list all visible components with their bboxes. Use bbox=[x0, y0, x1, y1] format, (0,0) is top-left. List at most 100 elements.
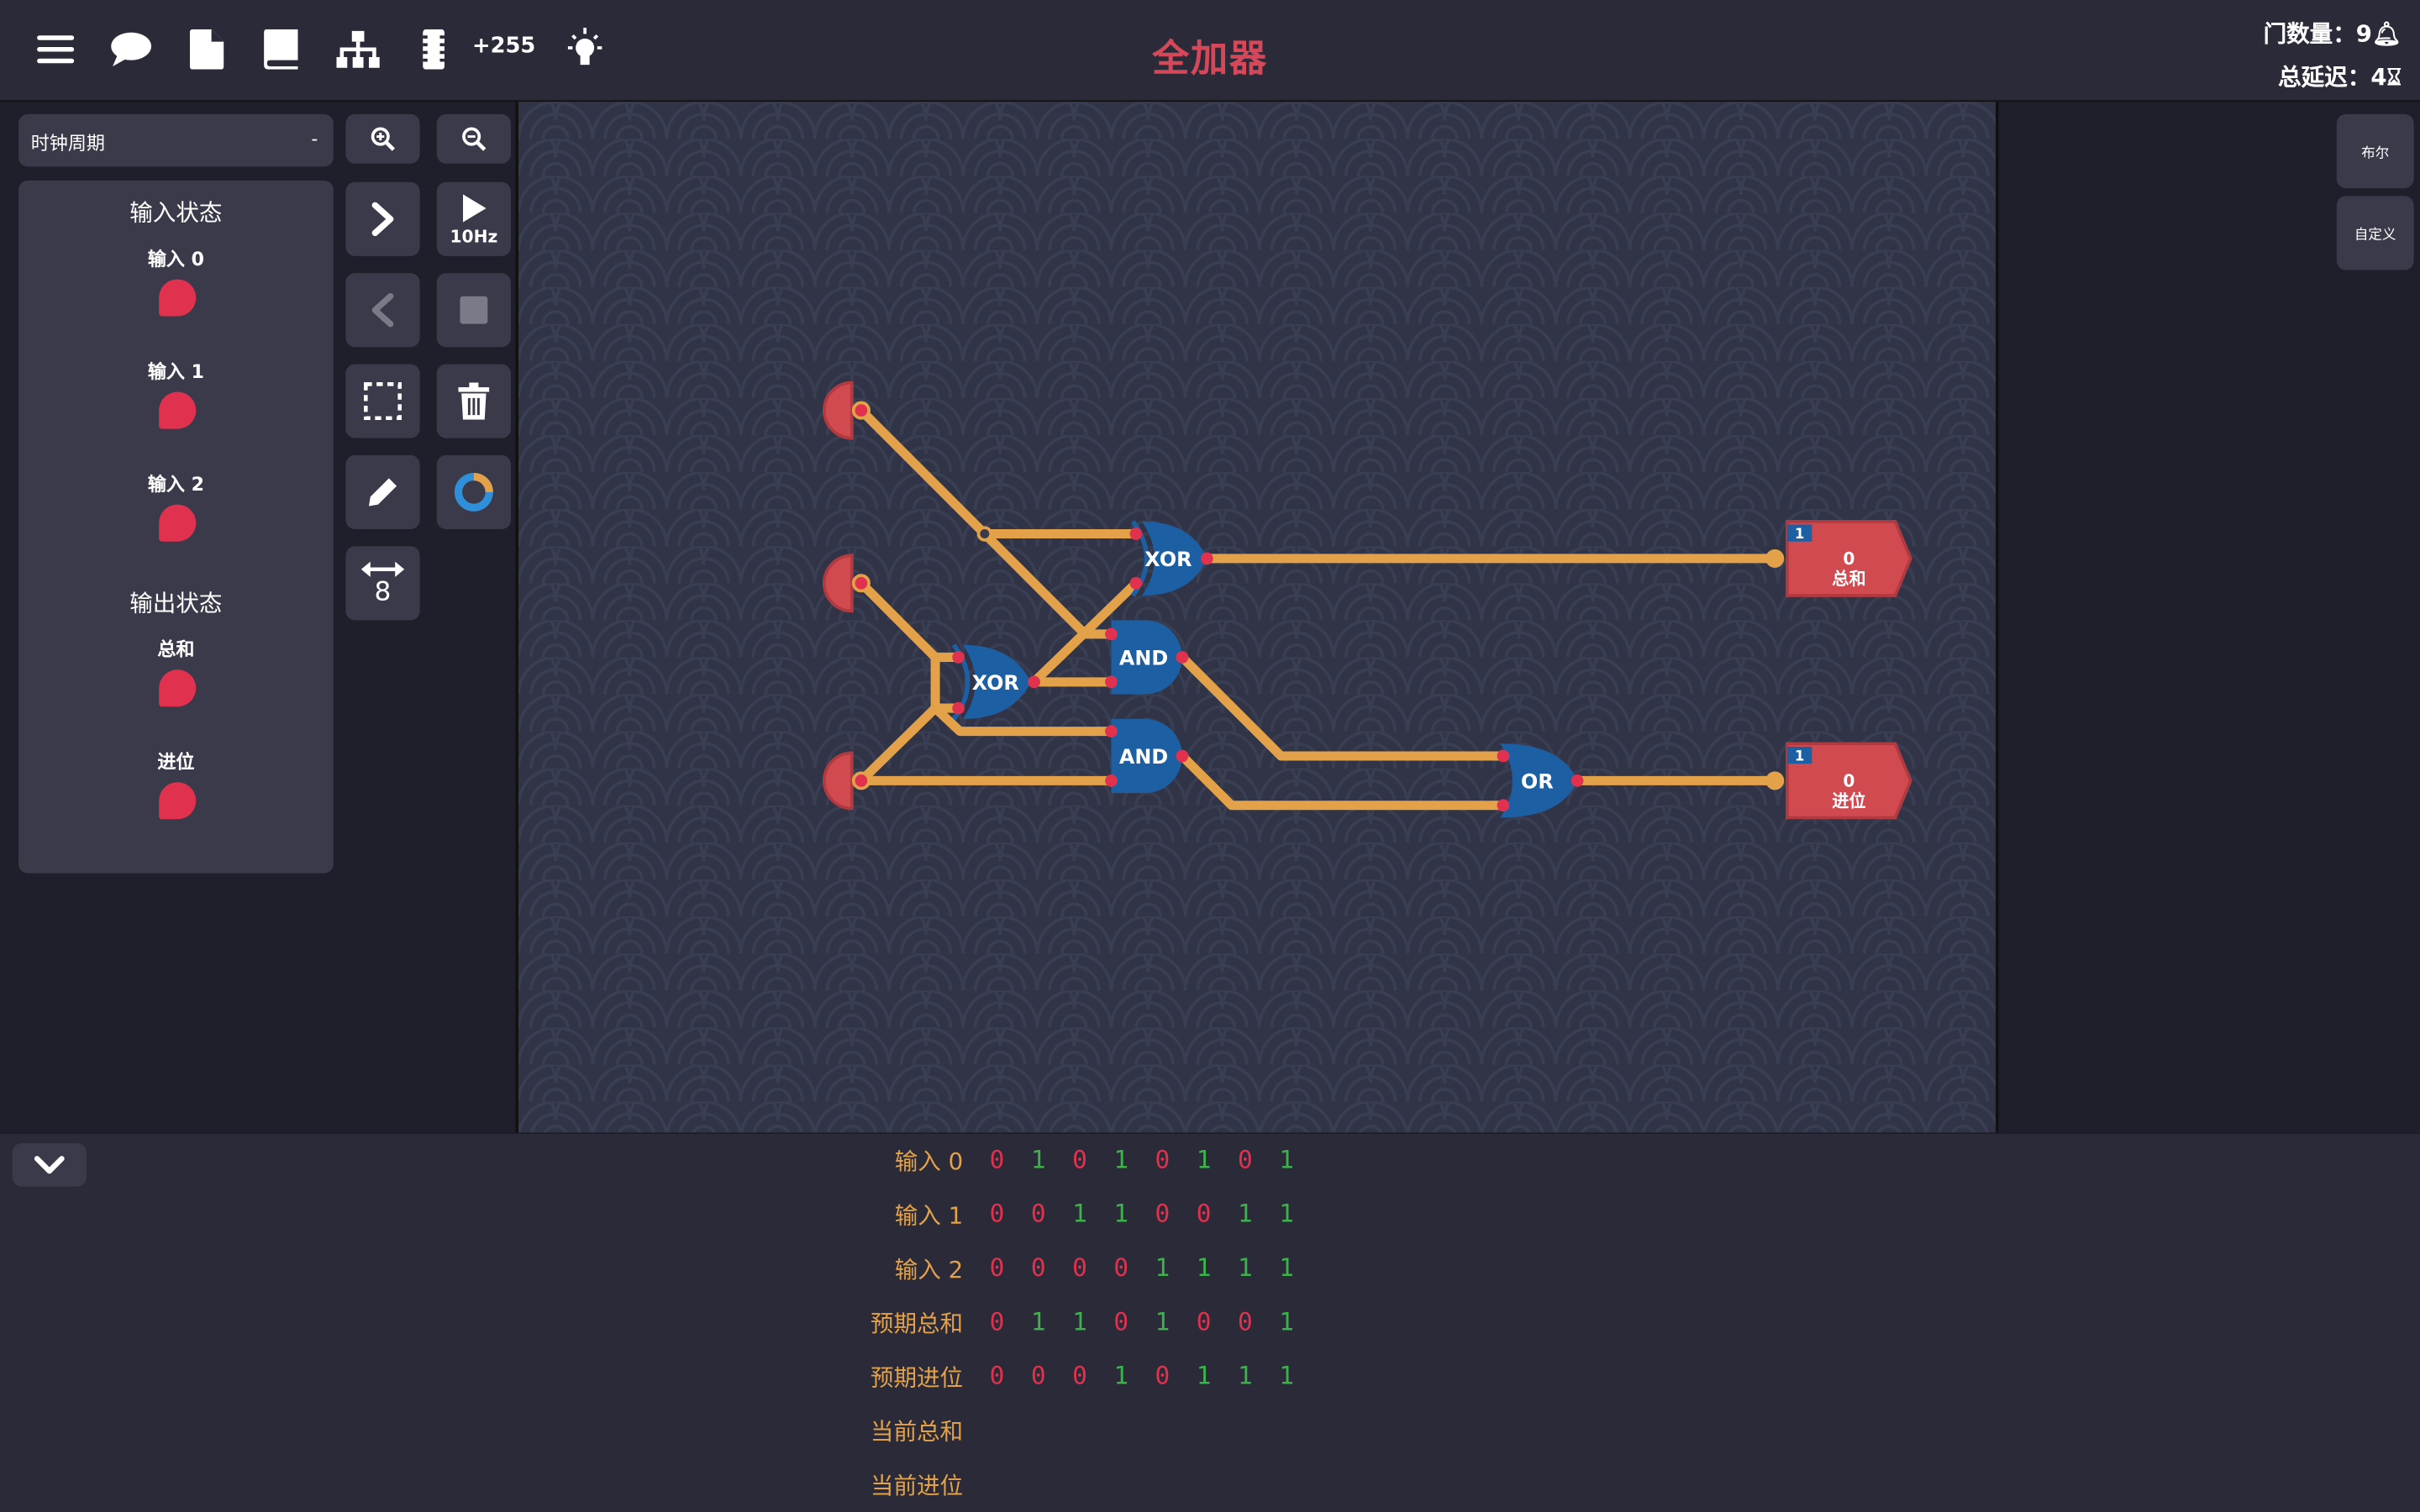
input-1-label: 输入 1 bbox=[147, 360, 204, 383]
truth-table-row-label: 预期进位 bbox=[870, 1363, 964, 1392]
truth-table-cell: 0 bbox=[1113, 1252, 1129, 1283]
clock-period-select[interactable]: 时钟周期 - bbox=[18, 113, 334, 167]
output-sum-value: 0 bbox=[1843, 549, 1854, 569]
junction bbox=[976, 526, 993, 542]
truth-table-row-label: 预期总和 bbox=[870, 1310, 964, 1338]
truth-table-cell: 1 bbox=[1279, 1360, 1294, 1390]
output-carry-led bbox=[159, 782, 197, 820]
width-arrows-icon bbox=[360, 561, 405, 577]
circuit-svg: XOR XOR AND AND OR 1 0 总和 1 0 进位 bbox=[518, 102, 1996, 1133]
truth-table-cell: 0 bbox=[989, 1360, 1005, 1390]
tab-custom[interactable]: 自定义 bbox=[2336, 196, 2414, 270]
input-state-title: 输入状态 bbox=[129, 198, 223, 227]
truth-table-cell: 1 bbox=[1238, 1199, 1253, 1229]
truth-table-cell: 0 bbox=[1030, 1199, 1046, 1229]
output-carry-label: 进位 bbox=[157, 751, 195, 774]
truth-table-cell: 0 bbox=[1072, 1252, 1087, 1283]
bit-width-value: 8 bbox=[374, 576, 392, 608]
truth-table-row-label: 当前总和 bbox=[870, 1417, 964, 1446]
bit-width-button[interactable]: 8 bbox=[345, 546, 420, 621]
input-1-led[interactable] bbox=[159, 391, 197, 429]
output-carry-node-label: 进位 bbox=[1832, 791, 1865, 811]
output-sum-node[interactable]: 1 0 总和 bbox=[1765, 519, 1912, 597]
truth-table-cell: 1 bbox=[1196, 1360, 1212, 1390]
delete-button[interactable] bbox=[436, 364, 511, 438]
color-button[interactable] bbox=[436, 454, 511, 529]
truth-table-row-label: 输入 0 bbox=[894, 1147, 964, 1176]
gate-count-label: 门数量： bbox=[2263, 19, 2356, 48]
stop-icon bbox=[460, 296, 488, 324]
step-back-button[interactable] bbox=[345, 273, 420, 348]
truth-table-cell: 0 bbox=[989, 1252, 1005, 1283]
output-carry-value: 0 bbox=[1843, 771, 1854, 791]
truth-table-cell: 1 bbox=[1279, 1306, 1294, 1336]
truth-table-cell: 0 bbox=[1030, 1252, 1046, 1283]
clock-period-label: 时钟周期 bbox=[30, 132, 105, 155]
play-button[interactable]: 10Hz bbox=[436, 181, 511, 256]
chevron-left-icon bbox=[371, 292, 394, 328]
truth-table-cell: 0 bbox=[1238, 1306, 1253, 1336]
step-forward-button[interactable] bbox=[345, 181, 420, 256]
delay-label: 总延迟： bbox=[2278, 63, 2371, 92]
total-delay: 总延迟：4⌛︎ bbox=[2278, 60, 2402, 93]
chevron-down-icon bbox=[34, 1156, 65, 1174]
bell-icon: 🔔︎ bbox=[2371, 19, 2402, 48]
pencil-button[interactable] bbox=[345, 454, 420, 529]
zoom-out-button[interactable] bbox=[436, 113, 511, 164]
zoom-in-button[interactable] bbox=[345, 113, 420, 164]
truth-table-cell: 1 bbox=[1113, 1360, 1129, 1390]
color-ring-icon bbox=[454, 472, 493, 512]
stop-button[interactable] bbox=[436, 273, 511, 348]
truth-table-row-label: 输入 2 bbox=[894, 1256, 964, 1284]
truth-table-cell: 0 bbox=[1155, 1199, 1171, 1229]
and-gate-2-label: AND bbox=[1119, 745, 1168, 769]
state-panel: 输入状态 输入 0 输入 1 输入 2 输出状态 总和 进位 bbox=[18, 180, 334, 874]
select-button[interactable] bbox=[345, 364, 420, 438]
output-sum-node-label: 总和 bbox=[1832, 569, 1865, 589]
truth-table-row-label: 当前进位 bbox=[870, 1472, 964, 1500]
pencil-icon bbox=[368, 478, 397, 507]
hourglass-icon: ⌛︎ bbox=[2386, 63, 2402, 92]
truth-table-cell: 1 bbox=[1279, 1144, 1294, 1174]
chevron-right-icon bbox=[371, 202, 394, 237]
truth-table-cell: 0 bbox=[1113, 1306, 1129, 1336]
or-gate-label: OR bbox=[1521, 770, 1554, 794]
tab-boolean[interactable]: 布尔 bbox=[2336, 113, 2414, 189]
canvas-background bbox=[518, 102, 1996, 1133]
truth-table-cell: 0 bbox=[1072, 1144, 1087, 1174]
input-2-label: 输入 2 bbox=[147, 473, 204, 496]
xor-gate-1-label: XOR bbox=[1144, 548, 1192, 571]
speed-label: 10Hz bbox=[450, 226, 498, 246]
truth-table-cell: 0 bbox=[989, 1144, 1005, 1174]
xor-gate-2-label: XOR bbox=[972, 671, 1019, 695]
selection-icon bbox=[364, 382, 402, 421]
truth-table-cell: 1 bbox=[1196, 1252, 1212, 1283]
truth-table-cell: 1 bbox=[1072, 1199, 1087, 1229]
truth-table-cell: 1 bbox=[1113, 1199, 1129, 1229]
output-sum-label: 总和 bbox=[157, 638, 195, 661]
truth-table-panel: 输入 0 0 1 0 1 0 1 0 1 输入 1 0 0 1 1 0 0 1 1 输入 2 0 0 0 0 1 1 1 1 预期总和… bbox=[0, 1133, 2420, 1512]
truth-table-cell: 0 bbox=[1196, 1199, 1212, 1229]
circuit-canvas[interactable]: XOR XOR AND AND OR 1 0 总和 1 0 进位 bbox=[518, 102, 1996, 1133]
truth-table-cell: 0 bbox=[1155, 1360, 1171, 1390]
truth-table-cell: 1 bbox=[1155, 1252, 1171, 1283]
truth-table-cell: 1 bbox=[1072, 1306, 1087, 1336]
clock-period-value: - bbox=[311, 128, 318, 150]
top-bar: +255 全加器 门数量：9🔔︎ 总延迟：4⌛︎ bbox=[0, 0, 2420, 102]
input-0-label: 输入 0 bbox=[147, 248, 204, 270]
gate-count-value: 9 bbox=[2355, 19, 2372, 48]
output-carry-node[interactable]: 1 0 进位 bbox=[1765, 742, 1912, 820]
output-sum-bits: 1 bbox=[1795, 526, 1805, 542]
truth-table-cell: 0 bbox=[1072, 1360, 1087, 1390]
truth-table-cell: 1 bbox=[1279, 1199, 1294, 1229]
input-2-led[interactable] bbox=[159, 504, 197, 542]
truth-table-cell: 1 bbox=[1238, 1252, 1253, 1283]
delay-value: 4 bbox=[2370, 63, 2387, 92]
input-0-led[interactable] bbox=[159, 279, 197, 317]
and-gate-1-label: AND bbox=[1119, 647, 1168, 670]
collapse-button[interactable] bbox=[12, 1143, 87, 1187]
truth-table-cell: 0 bbox=[989, 1306, 1005, 1336]
truth-table-cell: 1 bbox=[1279, 1252, 1294, 1283]
truth-table-cell: 1 bbox=[1155, 1306, 1171, 1336]
truth-table-cell: 1 bbox=[1238, 1360, 1253, 1390]
